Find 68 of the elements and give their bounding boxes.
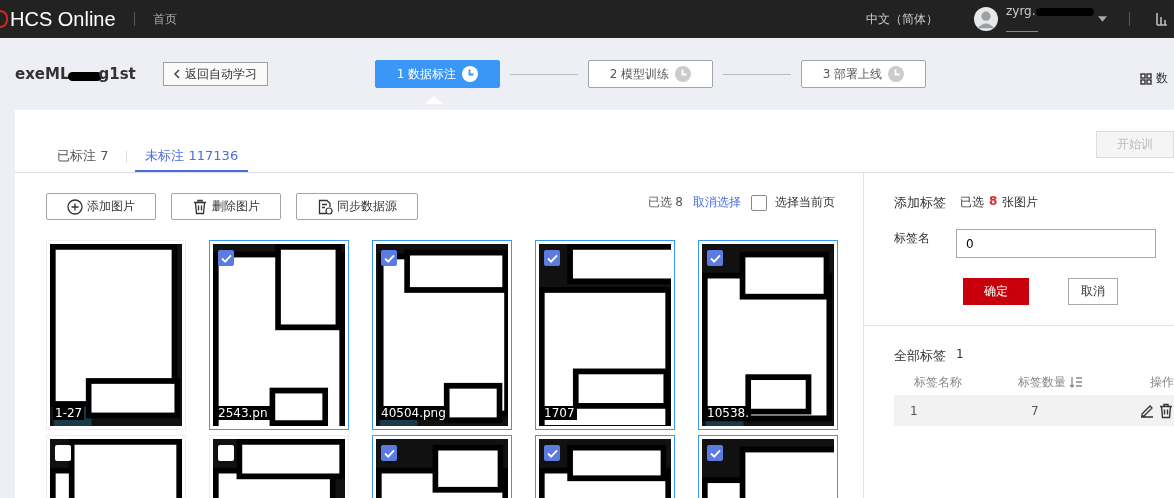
- project-name: exeML: [15, 65, 70, 83]
- section-title: 全部标签: [894, 347, 946, 365]
- file-name: 2543.pn: [216, 406, 270, 420]
- confirm-button[interactable]: 确定: [963, 278, 1029, 305]
- add-image-button[interactable]: 添加图片: [46, 193, 156, 220]
- file-name: 10538.: [705, 406, 751, 420]
- clock-icon: [888, 66, 905, 82]
- checkbox[interactable]: [218, 445, 234, 461]
- plus-circle-icon: [67, 198, 83, 215]
- image-thumbnail[interactable]: 1-27: [46, 240, 186, 430]
- checkbox[interactable]: [55, 445, 71, 461]
- file-name: 1-27: [53, 406, 85, 420]
- column-header: 标签名称: [913, 373, 963, 391]
- step-tab[interactable]: 2 模型训练: [588, 60, 713, 88]
- tab[interactable]: 未标注 117136: [135, 147, 249, 172]
- selected-label: 已选: [960, 194, 984, 211]
- clock-icon: [462, 66, 479, 82]
- image-thumbnail[interactable]: 1707: [535, 240, 675, 430]
- table-cell-text: 7: [1030, 403, 1040, 418]
- image-thumbnail[interactable]: 2543.pn: [209, 240, 349, 430]
- back-button[interactable]: 返回自动学习: [163, 62, 268, 86]
- view-toggle[interactable]: 数: [1140, 70, 1168, 87]
- checkbox[interactable]: [544, 445, 560, 461]
- grid-icon: [1140, 72, 1152, 85]
- logo-icon: [0, 10, 8, 28]
- selected-count: 已选 8: [647, 194, 683, 211]
- chevron-left-icon: [174, 69, 180, 79]
- brand-name[interactable]: HCS Online: [10, 7, 116, 31]
- checkbox[interactable]: [218, 250, 234, 266]
- language-selector[interactable]: 中文（简体）: [866, 10, 938, 28]
- sort-icon[interactable]: [1069, 376, 1083, 388]
- delete-image-button[interactable]: 删除图片: [171, 193, 281, 220]
- column-header[interactable]: 标签数量: [998, 373, 1114, 391]
- bar-chart-icon[interactable]: [1156, 12, 1168, 26]
- sync-button[interactable]: 同步数据源: [296, 193, 418, 220]
- project-name: g1st: [98, 65, 136, 83]
- image-thumbnail[interactable]: 10538.: [698, 240, 838, 430]
- trash-icon[interactable]: [1158, 402, 1174, 419]
- select-page-label[interactable]: 选择当前页: [775, 194, 835, 211]
- trash-icon: [192, 198, 208, 215]
- avatar-icon[interactable]: [974, 7, 998, 31]
- selected-number: 8: [989, 194, 998, 210]
- file-name: 1707: [542, 406, 577, 420]
- section-title: 添加标签: [894, 194, 946, 212]
- checkbox[interactable]: [751, 194, 767, 211]
- table-cell-text: 1: [909, 403, 919, 418]
- username[interactable]: zyrg.: [1006, 4, 1036, 18]
- file-name: 40504.png: [379, 406, 448, 420]
- selected-label: 张图片: [1002, 194, 1039, 211]
- label-name-field[interactable]: 0: [956, 229, 1156, 258]
- step-tab[interactable]: 3 部署上线: [801, 60, 926, 88]
- redaction-mark: [1036, 8, 1094, 16]
- clock-icon: [675, 66, 692, 82]
- clear-selection-link[interactable]: 取消选择: [693, 194, 741, 211]
- document-sync-icon: [317, 198, 333, 215]
- field-label: 标签名: [894, 230, 930, 247]
- cancel-button[interactable]: 取消: [1068, 278, 1118, 305]
- label-count: 1: [956, 347, 964, 363]
- checkbox[interactable]: [381, 445, 397, 461]
- column-header: 操作: [1149, 373, 1174, 391]
- tab[interactable]: 已标注 7: [47, 147, 119, 172]
- checkbox[interactable]: [707, 250, 723, 266]
- home-link[interactable]: 首页: [152, 10, 177, 28]
- caret-icon[interactable]: [1098, 16, 1107, 22]
- checkbox[interactable]: [381, 250, 397, 266]
- checkbox[interactable]: [544, 250, 560, 266]
- checkbox[interactable]: [707, 445, 723, 461]
- image-thumbnail[interactable]: 40504.png: [372, 240, 512, 430]
